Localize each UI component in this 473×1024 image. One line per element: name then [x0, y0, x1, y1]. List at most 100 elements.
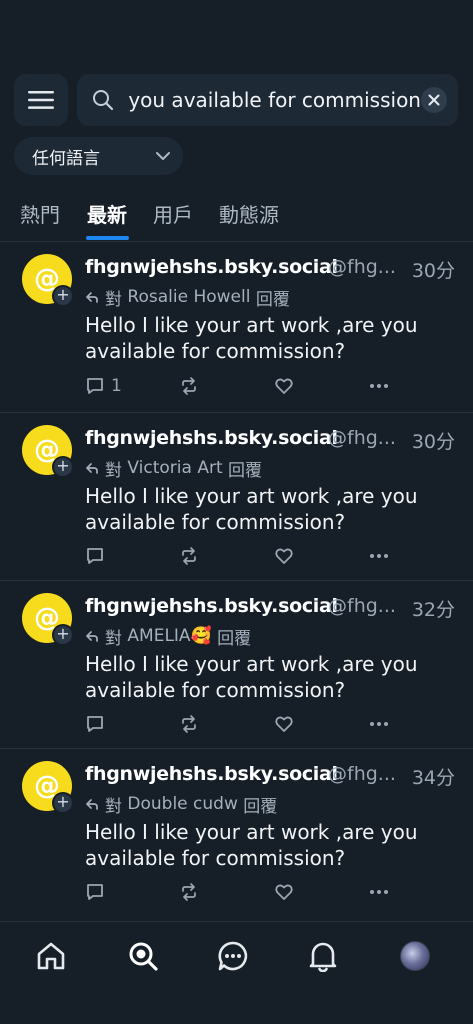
post-item[interactable]: @ + fhgnwjehshs.bsky.social @fhg... 32分 … [0, 581, 473, 749]
search-icon [129, 942, 158, 971]
nav-notifications[interactable] [303, 936, 343, 976]
heart-icon [275, 884, 293, 900]
reply-arrow-icon [85, 461, 99, 475]
repost-icon [182, 377, 196, 395]
clear-search-button[interactable] [421, 87, 447, 113]
like-button[interactable] [274, 546, 294, 566]
post-time: 30分 [411, 260, 455, 282]
display-name[interactable]: fhgnwjehshs.bsky.social [85, 256, 338, 278]
nav-chat[interactable] [213, 936, 253, 976]
reply-to-name: Rosalie Howell [127, 287, 251, 307]
bottom-navigation [0, 921, 473, 1024]
chat-icon [218, 941, 248, 971]
post-text: Hello I like your art work ,are you avai… [85, 820, 418, 870]
post-actions: 1 [85, 376, 415, 400]
repost-button[interactable] [179, 546, 199, 566]
handle[interactable]: @fhg... [328, 595, 396, 617]
tab-users[interactable]: 用戶 [153, 199, 193, 228]
like-button[interactable] [274, 714, 294, 734]
post-item[interactable]: @ + fhgnwjehshs.bsky.social @fhg... 30分 … [0, 413, 473, 581]
reply-count: 1 [111, 376, 122, 396]
search-icon [93, 90, 114, 111]
tab-latest[interactable]: 最新 [87, 199, 127, 228]
post-time: 30分 [411, 431, 455, 453]
reply-suffix: 回覆 [243, 796, 278, 817]
reply-to-name: Victoria Art [127, 458, 223, 478]
nav-home[interactable] [31, 936, 71, 976]
more-options-button[interactable] [369, 882, 389, 902]
repost-button[interactable] [179, 376, 199, 396]
handle[interactable]: @fhg... [328, 427, 396, 449]
like-button[interactable] [274, 376, 294, 396]
post-text: Hello I like your art work ,are you avai… [85, 652, 418, 702]
more-dots-icon [370, 384, 388, 388]
chevron-down-icon [156, 152, 170, 160]
post-item[interactable]: @ + fhgnwjehshs.bsky.social @fhg... 34分 … [0, 749, 473, 921]
nav-profile[interactable] [395, 936, 435, 976]
more-options-button[interactable] [369, 546, 389, 566]
reply-button[interactable] [85, 882, 111, 902]
reply-button[interactable]: 1 [85, 376, 122, 396]
reply-context[interactable]: 對 Double cudw 回覆 [85, 793, 278, 817]
post-time: 34分 [411, 767, 455, 789]
close-icon [428, 94, 440, 106]
reply-context[interactable]: 對 Victoria Art 回覆 [85, 457, 263, 481]
display-name[interactable]: fhgnwjehshs.bsky.social [85, 595, 338, 617]
reply-button[interactable] [85, 714, 111, 734]
like-button[interactable] [274, 882, 294, 902]
hamburger-menu-icon [28, 91, 54, 109]
handle[interactable]: @fhg... [328, 763, 396, 785]
reply-suffix: 回覆 [228, 460, 263, 481]
search-bar[interactable] [77, 74, 458, 126]
repost-button[interactable] [179, 714, 199, 734]
comment-icon [87, 378, 103, 394]
repost-icon [182, 547, 196, 565]
more-options-button[interactable] [369, 714, 389, 734]
heart-icon [275, 716, 293, 732]
search-tabs: 熱門 最新 用戶 動態源 [0, 193, 473, 242]
post-actions [85, 546, 415, 570]
comment-icon [87, 716, 103, 732]
more-dots-icon [370, 554, 388, 558]
search-input[interactable] [121, 74, 421, 126]
nav-search[interactable] [123, 936, 163, 976]
reply-prefix: 對 [105, 289, 122, 310]
reply-button[interactable] [85, 546, 111, 566]
reply-to-name: AMELIA🥰 [127, 626, 212, 646]
comment-icon [87, 884, 103, 900]
menu-button[interactable] [14, 74, 68, 126]
home-icon [37, 942, 65, 970]
language-select[interactable]: 任何語言 [14, 137, 183, 175]
reply-prefix: 對 [105, 460, 122, 481]
follow-plus-icon[interactable]: + [52, 792, 74, 814]
language-select-value: 任何語言 [32, 148, 100, 169]
more-dots-icon [370, 722, 388, 726]
repost-button[interactable] [179, 882, 199, 902]
reply-prefix: 對 [105, 628, 122, 649]
more-dots-icon [370, 890, 388, 894]
post-actions [85, 714, 415, 738]
display-name[interactable]: fhgnwjehshs.bsky.social [85, 427, 338, 449]
reply-context[interactable]: 對 Rosalie Howell 回覆 [85, 286, 290, 310]
active-tab-indicator [86, 236, 129, 240]
follow-plus-icon[interactable]: + [52, 624, 74, 646]
reply-suffix: 回覆 [255, 289, 290, 310]
tab-hot[interactable]: 熱門 [20, 199, 60, 228]
heart-icon [275, 378, 293, 394]
post-actions [85, 882, 415, 906]
reply-arrow-icon [85, 797, 99, 811]
repost-icon [182, 883, 196, 901]
reply-to-name: Double cudw [127, 794, 238, 814]
bell-icon [309, 942, 337, 972]
display-name[interactable]: fhgnwjehshs.bsky.social [85, 763, 338, 785]
reply-arrow-icon [85, 290, 99, 304]
post-text: Hello I like your art work ,are you avai… [85, 313, 418, 363]
follow-plus-icon[interactable]: + [52, 285, 74, 307]
heart-icon [275, 548, 293, 564]
follow-plus-icon[interactable]: + [52, 456, 74, 478]
handle[interactable]: @fhg... [328, 256, 396, 278]
tab-feeds[interactable]: 動態源 [219, 199, 279, 228]
post-item[interactable]: @ + fhgnwjehshs.bsky.social @fhg... 30分 … [0, 242, 473, 413]
more-options-button[interactable] [369, 376, 389, 396]
reply-context[interactable]: 對 AMELIA🥰 回覆 [85, 625, 251, 649]
